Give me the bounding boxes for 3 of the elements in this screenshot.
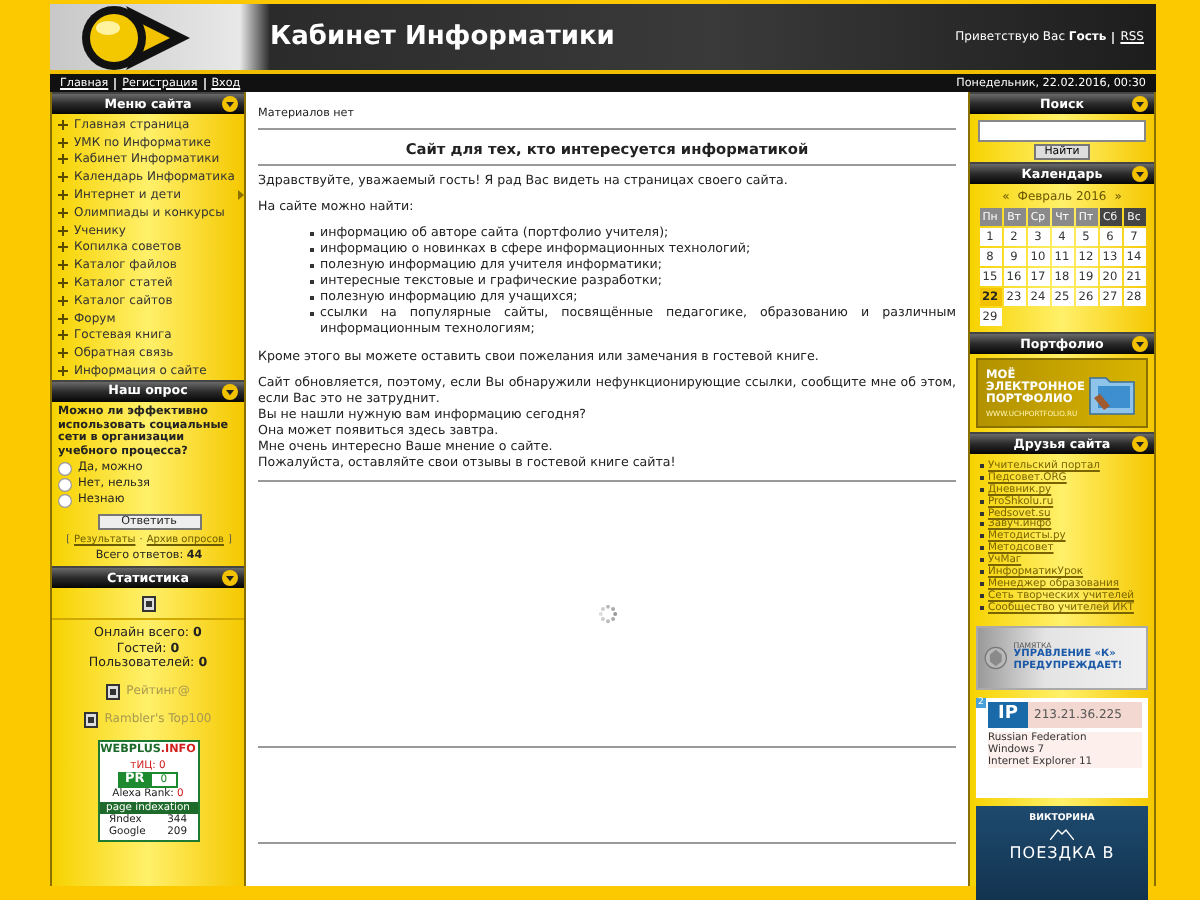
ip-logo: IP	[988, 701, 1028, 728]
site-title: Кабинет Информатики	[270, 22, 617, 52]
banner-headline: ПОЕЗДКА В	[1009, 843, 1115, 862]
